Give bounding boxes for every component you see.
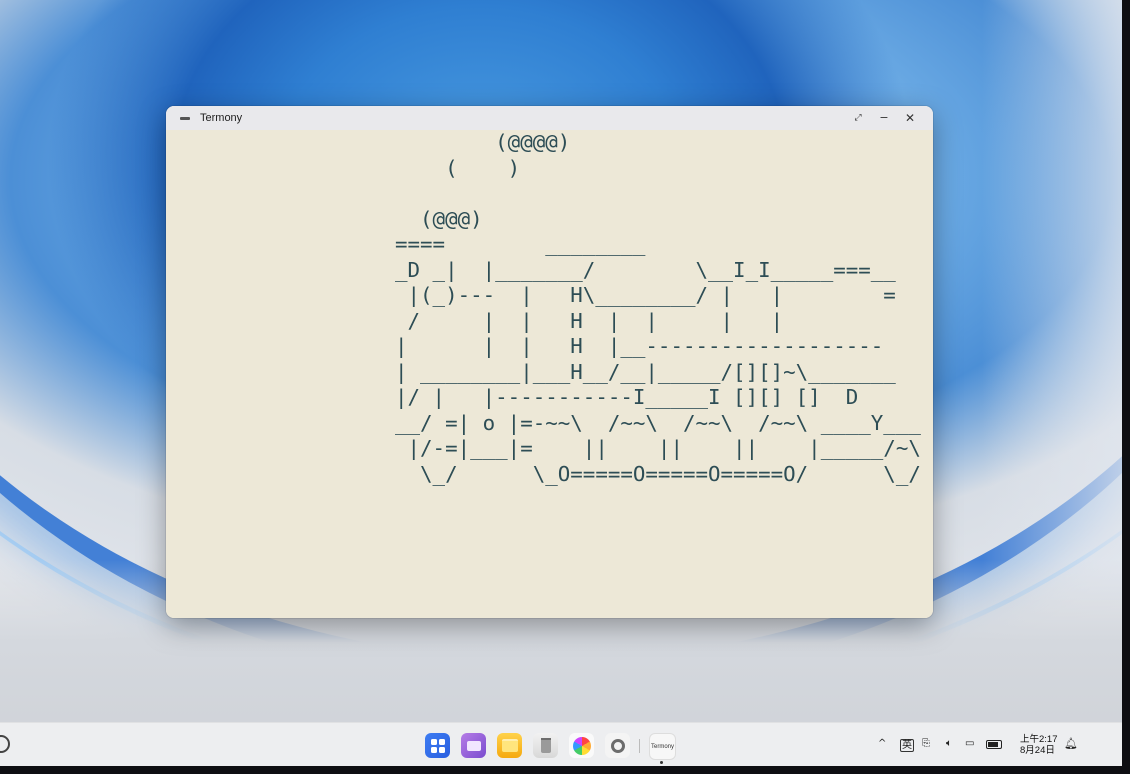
clock[interactable]: 上午2:17 8月24日 [1020,734,1058,756]
termony-dock-button[interactable]: Termony [649,733,676,760]
termony-app-icon [180,116,190,120]
wallpaper-right-fade [982,0,1122,600]
clock-date: 8月24日 [1020,745,1055,756]
grid-icon [430,738,445,753]
taskbar: Termony ^ 英 ⎘ 🔈︎ ▭ 上午2:17 8月24日 🔔︎ [0,722,1122,766]
termony-icon: Termony [650,743,674,750]
restore-button[interactable]: ⤢ [851,111,865,125]
gear-icon [610,738,625,753]
terminal-window[interactable]: Termony ⤢ − ✕ (@@@@) ( ) (@@@) ==== ____… [166,106,933,618]
clipboard-icon[interactable]: ⎘ [922,737,930,751]
multitasking-button[interactable] [461,733,486,758]
speaker-icon[interactable]: 🔈︎ [946,737,952,751]
terminal-output[interactable]: (@@@@) ( ) (@@@) ==== ________ _D _| |__… [166,130,933,618]
gallery-button[interactable] [569,733,594,758]
desktop: Termony ⤢ − ✕ (@@@@) ( ) (@@@) ==== ____… [0,0,1122,766]
settings-button[interactable] [605,733,630,758]
active-indicator [660,761,663,764]
flower-icon [572,736,591,755]
dock-separator [639,739,640,753]
window-titlebar[interactable]: Termony ⤢ − ✕ [166,106,933,130]
chevron-up-icon[interactable]: ^ [878,737,886,751]
cast-icon[interactable]: ▭ [965,737,974,751]
bell-icon[interactable]: 🔔︎ [1064,737,1078,751]
files-button[interactable] [497,733,522,758]
trash-icon [540,738,551,753]
battery-icon[interactable] [986,740,1002,749]
minimize-button[interactable]: − [877,111,891,125]
search-icon[interactable] [0,735,10,753]
clock-time: 上午2:17 [1020,734,1058,745]
trash-button[interactable] [533,733,558,758]
launcher-button[interactable] [425,733,450,758]
windows-icon [466,740,481,751]
sl-train-ascii-art: (@@@@) ( ) (@@@) ==== ________ _D _| |__… [395,130,921,486]
close-button[interactable]: ✕ [903,111,917,125]
input-method-indicator[interactable]: 英 [900,739,914,752]
folder-icon [501,739,518,752]
window-title: Termony [200,112,243,124]
